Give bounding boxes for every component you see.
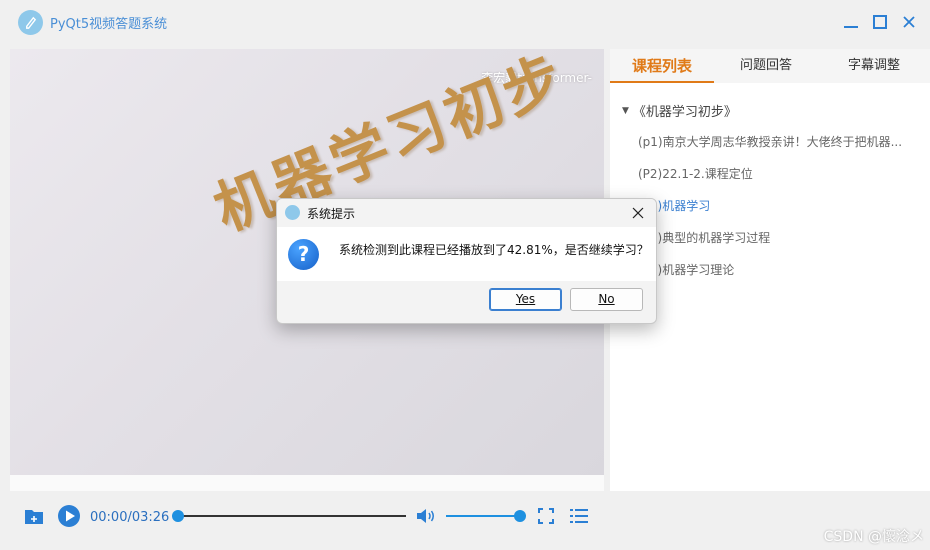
dialog-message: 系统检测到此课程已经播放到了42.81%，是否继续学习？ [339,243,649,257]
tree-item-p2[interactable]: (P2)22.1-2.课程定位 [638,165,753,182]
tab-subtitle-adjust[interactable]: 字幕调整 [818,49,930,83]
question-icon: ? [288,239,319,270]
volume-handle[interactable] [514,510,526,522]
yes-button[interactable]: Yes [489,288,562,311]
tab-question-answer[interactable]: 问题回答 [714,49,818,83]
dialog-app-icon [285,205,300,220]
dialog-title-bar: 系统提示 [277,199,656,227]
close-button[interactable] [899,12,919,32]
tree-item-p1[interactable]: (p1)南京大学周志华教授亲讲！大佬终于把机器... [638,133,902,150]
resume-dialog: 系统提示 ? 系统检测到此课程已经播放到了42.81%，是否继续学习？ Yes … [276,198,657,324]
dialog-title: 系统提示 [307,207,356,221]
title-bar: PyQt5视频答题系统 [0,0,930,44]
corner-watermark: CSDN @懷淰メ [823,529,924,545]
minimize-button[interactable] [841,12,861,32]
time-display: 00:00/03:26 [90,510,170,525]
seek-handle[interactable] [172,510,184,522]
playlist-icon[interactable] [570,508,588,524]
fullscreen-icon[interactable] [538,508,554,524]
dialog-close-icon[interactable] [630,205,646,221]
app-logo-icon [18,10,43,35]
maximize-button[interactable] [870,12,890,32]
volume-icon[interactable] [415,506,437,526]
play-icon[interactable] [57,504,81,528]
tab-bar: 课程列表 问题回答 字幕调整 [610,49,930,83]
tree-root-course[interactable]: ▼ 《机器学习初步》 [622,101,737,120]
video-bottom-strip [10,475,604,491]
window-title: PyQt5视频答题系统 [50,17,168,32]
tab-course-list[interactable]: 课程列表 [610,49,714,83]
side-panel: 课程列表 问题回答 字幕调整 ▼ 《机器学习初步》 (p1)南京大学周志华教授亲… [610,49,930,491]
dialog-body: ? 系统检测到此课程已经播放到了42.81%，是否继续学习？ [277,227,656,281]
volume-slider[interactable] [446,515,520,517]
seek-slider[interactable] [178,515,406,517]
player-controls: 00:00/03:26 CSDN @懷淰メ [0,491,930,550]
tree-item-p4[interactable]: (P4)典型的机器学习过程 [638,229,770,246]
expand-arrow-icon: ▼ [622,105,629,116]
tree-root-label: 《机器学习初步》 [632,105,737,120]
active-tab-indicator [610,81,714,83]
open-folder-icon[interactable] [24,507,44,525]
no-button[interactable]: No [570,288,643,311]
